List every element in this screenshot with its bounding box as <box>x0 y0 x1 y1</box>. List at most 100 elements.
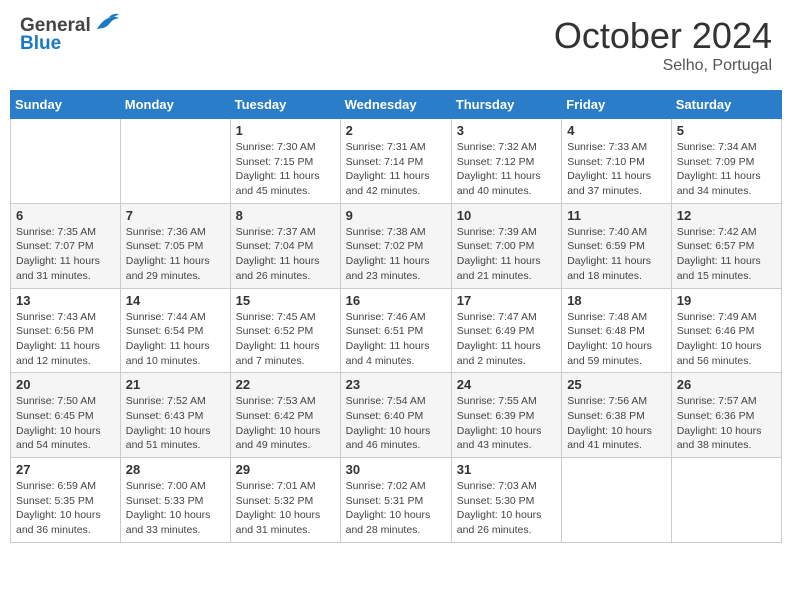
logo-bird-icon <box>93 11 121 33</box>
calendar-week-row: 27 Sunrise: 6:59 AMSunset: 5:35 PMDayligh… <box>11 458 782 543</box>
calendar-day-cell: 3 Sunrise: 7:32 AMSunset: 7:12 PMDaylight… <box>451 119 561 204</box>
calendar-day-cell: 17Sunrise: 7:47 AMSunset: 6:49 PMDayligh… <box>451 288 561 373</box>
day-info: Sunrise: 7:52 AMSunset: 6:43 PMDaylight:… <box>126 394 225 453</box>
calendar-day-cell: 13Sunrise: 7:43 AMSunset: 6:56 PMDayligh… <box>11 288 121 373</box>
day-number: 5 <box>677 123 776 138</box>
day-number: 21 <box>126 377 225 392</box>
calendar-day-cell: 8Sunrise: 7:37 AMSunset: 7:04 PMDaylight… <box>230 203 340 288</box>
calendar-day-cell: 11 Sunrise: 7:40 AMSunset: 6:59 PMDayligh… <box>562 203 672 288</box>
day-number: 30 <box>346 462 446 477</box>
day-info: Sunrise: 7:33 AMSunset: 7:10 PMDaylight:… <box>567 140 666 199</box>
day-number: 29 <box>236 462 335 477</box>
day-info: Sunrise: 7:39 AMSunset: 7:00 PMDaylight:… <box>457 225 556 284</box>
calendar-day-cell: 14Sunrise: 7:44 AMSunset: 6:54 PMDayligh… <box>120 288 230 373</box>
calendar-week-row: 6 Sunrise: 7:35 AMSunset: 7:07 PMDaylight… <box>11 203 782 288</box>
day-number: 27 <box>16 462 115 477</box>
day-number: 7 <box>126 208 225 223</box>
day-info: Sunrise: 7:31 AMSunset: 7:14 PMDaylight:… <box>346 140 446 199</box>
day-info: Sunrise: 7:03 AMSunset: 5:30 PMDaylight:… <box>457 479 556 538</box>
day-number: 28 <box>126 462 225 477</box>
day-number: 11 <box>567 208 666 223</box>
day-info: Sunrise: 7:40 AMSunset: 6:59 PMDaylight:… <box>567 225 666 284</box>
day-number: 10 <box>457 208 556 223</box>
calendar-day-cell: 22 Sunrise: 7:53 AMSunset: 6:42 PMDayligh… <box>230 373 340 458</box>
location-text: Selho, Portugal <box>554 57 772 75</box>
calendar-table: SundayMondayTuesdayWednesdayThursdayFrid… <box>10 90 782 543</box>
day-number: 31 <box>457 462 556 477</box>
calendar-body: 1Sunrise: 7:30 AMSunset: 7:15 PMDaylight… <box>11 119 782 543</box>
weekday-header-cell: Wednesday <box>340 91 451 119</box>
day-number: 19 <box>677 293 776 308</box>
day-info: Sunrise: 7:34 AMSunset: 7:09 PMDaylight:… <box>677 140 776 199</box>
calendar-day-cell: 1Sunrise: 7:30 AMSunset: 7:15 PMDaylight… <box>230 119 340 204</box>
day-info: Sunrise: 7:36 AMSunset: 7:05 PMDaylight:… <box>126 225 225 284</box>
calendar-day-cell <box>120 119 230 204</box>
calendar-day-cell <box>11 119 121 204</box>
calendar-day-cell: 23Sunrise: 7:54 AMSunset: 6:40 PMDayligh… <box>340 373 451 458</box>
calendar-week-row: 20Sunrise: 7:50 AMSunset: 6:45 PMDayligh… <box>11 373 782 458</box>
day-info: Sunrise: 6:59 AMSunset: 5:35 PMDaylight:… <box>16 479 115 538</box>
day-info: Sunrise: 7:38 AMSunset: 7:02 PMDaylight:… <box>346 225 446 284</box>
day-info: Sunrise: 7:49 AMSunset: 6:46 PMDaylight:… <box>677 310 776 369</box>
calendar-day-cell: 9Sunrise: 7:38 AMSunset: 7:02 PMDaylight… <box>340 203 451 288</box>
weekday-header-cell: Friday <box>562 91 672 119</box>
day-info: Sunrise: 7:30 AMSunset: 7:15 PMDaylight:… <box>236 140 335 199</box>
day-info: Sunrise: 7:00 AMSunset: 5:33 PMDaylight:… <box>126 479 225 538</box>
day-number: 2 <box>346 123 446 138</box>
day-info: Sunrise: 7:01 AMSunset: 5:32 PMDaylight:… <box>236 479 335 538</box>
day-info: Sunrise: 7:57 AMSunset: 6:36 PMDaylight:… <box>677 394 776 453</box>
day-info: Sunrise: 7:50 AMSunset: 6:45 PMDaylight:… <box>16 394 115 453</box>
month-title: October 2024 <box>554 15 772 57</box>
day-info: Sunrise: 7:54 AMSunset: 6:40 PMDaylight:… <box>346 394 446 453</box>
calendar-day-cell: 16 Sunrise: 7:46 AMSunset: 6:51 PMDayligh… <box>340 288 451 373</box>
weekday-header-row: SundayMondayTuesdayWednesdayThursdayFrid… <box>11 91 782 119</box>
calendar-day-cell: 5 Sunrise: 7:34 AMSunset: 7:09 PMDaylight… <box>671 119 781 204</box>
weekday-header-cell: Tuesday <box>230 91 340 119</box>
day-info: Sunrise: 7:46 AMSunset: 6:51 PMDaylight:… <box>346 310 446 369</box>
calendar-day-cell: 20Sunrise: 7:50 AMSunset: 6:45 PMDayligh… <box>11 373 121 458</box>
day-info: Sunrise: 7:35 AMSunset: 7:07 PMDaylight:… <box>16 225 115 284</box>
calendar-day-cell: 27 Sunrise: 6:59 AMSunset: 5:35 PMDayligh… <box>11 458 121 543</box>
day-number: 3 <box>457 123 556 138</box>
day-info: Sunrise: 7:53 AMSunset: 6:42 PMDaylight:… <box>236 394 335 453</box>
calendar-day-cell: 18 Sunrise: 7:48 AMSunset: 6:48 PMDayligh… <box>562 288 672 373</box>
calendar-day-cell: 19 Sunrise: 7:49 AMSunset: 6:46 PMDayligh… <box>671 288 781 373</box>
day-info: Sunrise: 7:47 AMSunset: 6:49 PMDaylight:… <box>457 310 556 369</box>
calendar-day-cell: 29 Sunrise: 7:01 AMSunset: 5:32 PMDayligh… <box>230 458 340 543</box>
day-number: 25 <box>567 377 666 392</box>
calendar-day-cell: 4 Sunrise: 7:33 AMSunset: 7:10 PMDaylight… <box>562 119 672 204</box>
calendar-week-row: 13Sunrise: 7:43 AMSunset: 6:56 PMDayligh… <box>11 288 782 373</box>
calendar-week-row: 1Sunrise: 7:30 AMSunset: 7:15 PMDaylight… <box>11 119 782 204</box>
day-info: Sunrise: 7:48 AMSunset: 6:48 PMDaylight:… <box>567 310 666 369</box>
calendar-day-cell <box>671 458 781 543</box>
day-number: 12 <box>677 208 776 223</box>
calendar-day-cell: 2 Sunrise: 7:31 AMSunset: 7:14 PMDaylight… <box>340 119 451 204</box>
day-info: Sunrise: 7:37 AMSunset: 7:04 PMDaylight:… <box>236 225 335 284</box>
day-number: 4 <box>567 123 666 138</box>
calendar-day-cell: 12Sunrise: 7:42 AMSunset: 6:57 PMDayligh… <box>671 203 781 288</box>
logo-blue-text: Blue <box>20 33 61 55</box>
calendar-day-cell: 24 Sunrise: 7:55 AMSunset: 6:39 PMDayligh… <box>451 373 561 458</box>
day-number: 18 <box>567 293 666 308</box>
day-info: Sunrise: 7:45 AMSunset: 6:52 PMDaylight:… <box>236 310 335 369</box>
day-number: 14 <box>126 293 225 308</box>
title-area: October 2024 Selho, Portugal <box>554 15 772 75</box>
calendar-day-cell: 10 Sunrise: 7:39 AMSunset: 7:00 PMDayligh… <box>451 203 561 288</box>
day-number: 26 <box>677 377 776 392</box>
day-number: 6 <box>16 208 115 223</box>
day-info: Sunrise: 7:43 AMSunset: 6:56 PMDaylight:… <box>16 310 115 369</box>
calendar-day-cell: 6 Sunrise: 7:35 AMSunset: 7:07 PMDaylight… <box>11 203 121 288</box>
weekday-header-cell: Thursday <box>451 91 561 119</box>
weekday-header-cell: Sunday <box>11 91 121 119</box>
day-number: 22 <box>236 377 335 392</box>
day-info: Sunrise: 7:32 AMSunset: 7:12 PMDaylight:… <box>457 140 556 199</box>
day-number: 16 <box>346 293 446 308</box>
calendar-day-cell: 26 Sunrise: 7:57 AMSunset: 6:36 PMDayligh… <box>671 373 781 458</box>
weekday-header-cell: Saturday <box>671 91 781 119</box>
day-info: Sunrise: 7:55 AMSunset: 6:39 PMDaylight:… <box>457 394 556 453</box>
weekday-header-cell: Monday <box>120 91 230 119</box>
day-info: Sunrise: 7:56 AMSunset: 6:38 PMDaylight:… <box>567 394 666 453</box>
logo: General Blue <box>20 15 121 55</box>
calendar-day-cell: 31 Sunrise: 7:03 AMSunset: 5:30 PMDayligh… <box>451 458 561 543</box>
day-number: 24 <box>457 377 556 392</box>
